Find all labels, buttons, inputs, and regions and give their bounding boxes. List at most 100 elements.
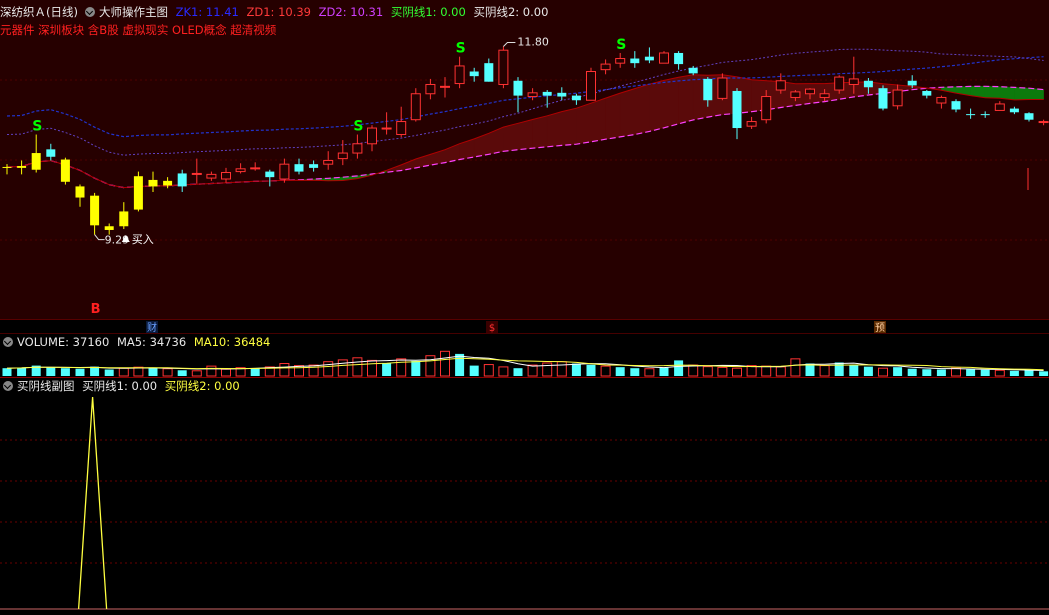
sub-line1-value: 买阴线1: 0.00 xyxy=(82,379,158,393)
candle-body xyxy=(907,80,917,86)
trend-band xyxy=(619,88,636,138)
candle-body xyxy=(75,186,85,198)
high-price-label: 11.80 xyxy=(517,35,549,48)
zd2-value: ZD2: 10.31 xyxy=(318,5,384,19)
volume-bar xyxy=(688,364,699,377)
candle-body xyxy=(309,164,319,168)
volume-bar xyxy=(75,368,85,376)
candle-body xyxy=(352,143,363,154)
volume-bar xyxy=(425,355,436,377)
trend-band xyxy=(999,86,1015,101)
buy-line2-value: 买阴线2: 0.00 xyxy=(473,5,549,19)
volume-bar xyxy=(527,364,538,377)
volume-bar xyxy=(2,368,12,376)
candle-body xyxy=(60,159,70,182)
volume-bar xyxy=(1039,371,1049,376)
sub-indicator-panel[interactable] xyxy=(0,378,1049,615)
volume-bar xyxy=(863,366,873,376)
volume-bar xyxy=(483,364,494,377)
volume-menu-icon[interactable] xyxy=(3,336,13,347)
volume-bar xyxy=(60,368,70,376)
volume-ma5: MA5: 34736 xyxy=(116,335,187,349)
candle-body xyxy=(484,63,494,82)
volume-bar xyxy=(644,368,655,377)
main-header: 深纺织Ａ(日线) 大师操作主图 ZK1: 11.41 ZD1: 10.39 ZD2… xyxy=(0,4,552,20)
s-sell-marker: S xyxy=(616,37,626,53)
candle-body xyxy=(805,88,815,95)
event-yu: 预 xyxy=(875,322,885,334)
candle-body xyxy=(600,63,611,71)
volume-bar xyxy=(761,365,772,377)
candle-body xyxy=(1009,108,1019,113)
candle-body xyxy=(630,58,640,64)
volume-bar xyxy=(367,359,377,377)
volume-bar xyxy=(994,369,1005,377)
event-cai: 财 xyxy=(147,321,157,334)
candle-body xyxy=(1024,113,1034,120)
candle-body xyxy=(454,65,465,85)
candle-body xyxy=(878,88,888,109)
volume-bar xyxy=(702,366,713,377)
volume-bar xyxy=(382,363,392,376)
indicator-menu-icon[interactable] xyxy=(84,6,95,17)
volume-bar xyxy=(279,363,290,377)
candle-body xyxy=(892,89,903,107)
trend-band xyxy=(503,122,519,152)
volume-bar xyxy=(469,365,479,376)
candle-body xyxy=(1038,121,1049,124)
s-sell-marker: S xyxy=(456,41,466,57)
volume-bar xyxy=(732,367,742,377)
sub-menu-icon[interactable] xyxy=(3,380,13,391)
volume-bar xyxy=(90,366,100,376)
candle-body xyxy=(834,76,845,91)
volume-bar xyxy=(396,358,407,377)
price-panel[interactable]: 11.809.29B买入S SS S 财 $ 预 xyxy=(0,0,1049,335)
sub-title[interactable]: 买阴线副图 xyxy=(17,379,75,393)
candle-body xyxy=(46,149,56,157)
candle-body xyxy=(235,168,246,173)
chart-window: 11.80 9.29 B 买入 S S S S 财 $ 预 深纺织Ａ(日线) 大师操作主图 ZK1:… xyxy=(0,0,1049,615)
candle-body xyxy=(775,80,786,91)
main-indicator-name[interactable]: 大师操作主图 xyxy=(99,5,168,19)
volume-bar xyxy=(980,369,990,376)
volume-bar xyxy=(951,367,961,377)
buy-line1-value: 买阴线1: 0.00 xyxy=(390,5,466,19)
volume-bar xyxy=(571,363,581,376)
trend-band xyxy=(517,119,533,151)
volume-bar xyxy=(46,367,56,376)
candle-body xyxy=(31,153,41,170)
concept-tags[interactable]: 元器件 深圳板块 含B股 虚拟现实 OLED概念 超清视频 xyxy=(0,22,276,38)
candle-body xyxy=(980,114,990,116)
event-dollar: $ xyxy=(489,323,495,334)
volume-bar xyxy=(819,365,830,377)
candle-body xyxy=(337,152,348,160)
volume-bar xyxy=(746,365,757,377)
candle-body xyxy=(163,180,173,186)
volume-bar xyxy=(586,364,596,376)
volume-bar xyxy=(674,360,684,376)
candle-body xyxy=(848,78,859,85)
candle-body xyxy=(250,167,261,170)
candle-body xyxy=(951,101,961,110)
trend-band xyxy=(634,83,650,135)
candle-body xyxy=(688,67,698,74)
candle-body xyxy=(527,92,538,98)
volume-bar xyxy=(162,368,173,377)
trend-band xyxy=(1014,87,1030,101)
volume-bar xyxy=(659,367,669,376)
volume-bar xyxy=(177,370,187,376)
volume-bar xyxy=(411,360,421,376)
volume-bar xyxy=(615,367,625,376)
candle-body xyxy=(177,173,187,187)
candle-body xyxy=(221,172,231,180)
volume-bar xyxy=(148,367,158,376)
stock-name[interactable]: 深纺织Ａ(日线) xyxy=(0,5,78,19)
candle-body xyxy=(469,71,479,77)
candle-body xyxy=(790,91,801,98)
volume-bar xyxy=(455,353,465,376)
volume-bar xyxy=(17,367,27,376)
candle-body xyxy=(732,90,742,129)
volume-bar xyxy=(1024,370,1034,376)
volume-bar xyxy=(206,365,217,377)
candle-body xyxy=(396,121,407,136)
